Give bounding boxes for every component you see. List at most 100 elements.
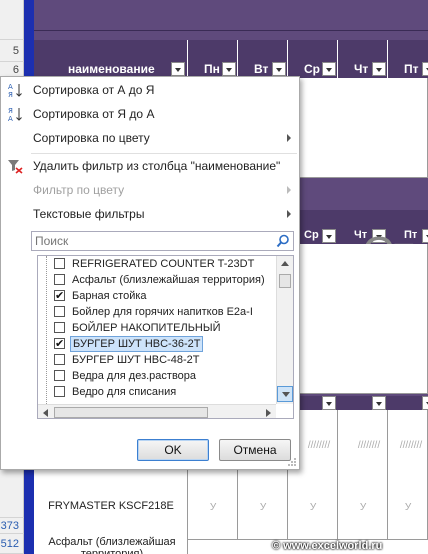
svg-text:Я: Я	[8, 91, 13, 98]
filter-list-item-label: БОЙЛЕР НАКОПИТЕЛЬНЫЙ	[72, 322, 221, 334]
grid-cell[interactable]	[388, 410, 428, 540]
item-checkbox[interactable]	[54, 322, 65, 333]
column-header-wed-2-label: Ср	[304, 229, 319, 241]
vertical-scrollbar[interactable]	[276, 256, 293, 404]
search-input[interactable]	[32, 232, 262, 250]
hatch-mark: ////////	[399, 440, 423, 451]
filter-by-color-item[interactable]: Фильтр по цвету	[1, 179, 299, 201]
u-mark: У	[259, 502, 267, 513]
tree-lines	[46, 256, 47, 404]
text-filters-label: Текстовые фильтры	[33, 207, 145, 221]
resize-grip-icon[interactable]	[287, 457, 297, 467]
text-filters-item[interactable]: Текстовые фильтры	[1, 203, 299, 225]
filter-dropdown-button[interactable]	[222, 62, 236, 76]
u-mark: У	[404, 502, 412, 513]
scroll-left-button[interactable]	[38, 405, 54, 418]
item-checkbox[interactable]	[54, 274, 65, 285]
filter-dropdown-button[interactable]	[372, 62, 386, 76]
filter-dropdown-button[interactable]	[422, 229, 428, 243]
grid-cell[interactable]	[300, 244, 428, 394]
row-number: 512	[0, 538, 19, 550]
hatch-mark: ////////	[307, 440, 331, 451]
column-header-thu: Чт	[354, 62, 369, 76]
sort-by-color-item[interactable]: Сортировка по цвету	[1, 127, 299, 149]
menu-separator	[31, 153, 297, 154]
filter-dropdown-button-active[interactable]	[171, 62, 185, 76]
grid-cell[interactable]	[300, 78, 428, 178]
row-number: 6	[12, 64, 19, 76]
row-header-5[interactable]: 5	[0, 40, 24, 62]
horizontal-scrollbar[interactable]	[38, 404, 276, 418]
cancel-button[interactable]: Отмена	[219, 439, 291, 461]
filter-dropdown-button[interactable]	[422, 396, 428, 410]
item-checkbox[interactable]	[54, 354, 65, 365]
grid-cell[interactable]	[338, 410, 388, 540]
filter-list-item-label: БУРГЕР ШУТ HBC-36-2T	[70, 336, 204, 352]
header-band-3	[300, 396, 428, 410]
column-header-tue: Вт	[254, 62, 269, 76]
scroll-thumb[interactable]	[279, 274, 291, 288]
purple-band	[300, 210, 428, 226]
column-header-name: наименование	[68, 62, 155, 76]
filter-dropdown-button[interactable]	[372, 396, 386, 410]
cell-text: FRYMASTER KSCF218E	[48, 500, 174, 512]
ok-button[interactable]: OK	[137, 439, 209, 461]
filter-list-item-label: Бойлер для горячих напитков E2a-I	[72, 306, 253, 318]
filter-list-item-label: Ведра для дез.раствора	[72, 370, 197, 382]
u-mark: У	[309, 502, 317, 513]
item-checkbox[interactable]	[54, 306, 65, 317]
filter-list-item-label: Ведро для списания	[72, 386, 177, 398]
scroll-thumb[interactable]	[54, 407, 208, 418]
search-box[interactable]	[31, 231, 294, 251]
svg-text:А: А	[8, 83, 13, 91]
search-icon	[276, 234, 289, 248]
filter-list-item-label: Асфальт (близлежайшая территория)	[72, 274, 265, 286]
sort-a-to-z-item[interactable]: А Я Сортировка от А до Я	[1, 79, 299, 101]
filter-list-item-label: БУРГЕР ШУТ HBC-48-2T	[72, 354, 200, 366]
row-number: 373	[0, 520, 19, 532]
filter-by-color-label: Фильтр по цвету	[33, 183, 125, 197]
row-header-blank[interactable]	[0, 470, 24, 518]
sort-by-color-label: Сортировка по цвету	[33, 131, 150, 145]
watermark: © www.excelworld.ru	[272, 540, 383, 552]
item-checkbox[interactable]	[54, 288, 65, 304]
filter-list-item-label: REFRIGERATED COUNTER T-23DT	[72, 258, 255, 270]
row-number: 5	[12, 45, 19, 57]
item-checkbox[interactable]	[54, 386, 65, 397]
u-mark: У	[209, 502, 217, 513]
submenu-arrow-icon	[287, 134, 291, 142]
title-band	[34, 0, 428, 40]
scroll-up-button[interactable]	[277, 256, 293, 272]
filter-dropdown-button[interactable]	[322, 62, 336, 76]
svg-text:Я: Я	[8, 107, 13, 115]
filter-values-list[interactable]: REFRIGERATED COUNTER T-23DT Асфальт (близ…	[37, 255, 294, 419]
filter-list-item-label: Барная стойка	[72, 290, 147, 302]
item-checkbox[interactable]	[54, 336, 65, 352]
clear-filter-icon	[8, 160, 23, 174]
filter-dropdown-button[interactable]	[272, 62, 286, 76]
sort-a-to-z-label: Сортировка от А до Я	[33, 83, 155, 97]
clear-filter-item[interactable]: Удалить фильтр из столбца "наименование"	[1, 155, 299, 177]
u-mark: У	[359, 502, 367, 513]
row-header-512[interactable]: 512	[0, 534, 24, 554]
sort-ascending-icon: А Я	[8, 83, 22, 98]
row-header-373[interactable]: 373	[0, 518, 24, 534]
sort-z-to-a-label: Сортировка от Я до А	[33, 107, 155, 121]
autofilter-menu: А Я Сортировка от А до Я Я А Сортировка …	[0, 76, 300, 470]
item-checkbox[interactable]	[54, 258, 65, 269]
row-header[interactable]	[0, 0, 24, 40]
cell-text: Асфальт (близлежайшая территория)	[48, 536, 176, 554]
column-header-wed: Ср	[304, 62, 320, 76]
filter-dropdown-button[interactable]	[322, 396, 336, 410]
submenu-arrow-icon	[287, 210, 291, 218]
sort-descending-icon: Я А	[8, 107, 22, 122]
filter-dropdown-button[interactable]	[322, 229, 336, 243]
scroll-right-button[interactable]	[260, 405, 276, 418]
column-header-fri: Пт	[404, 62, 419, 76]
sort-z-to-a-item[interactable]: Я А Сортировка от Я до А	[1, 103, 299, 125]
scroll-down-button[interactable]	[277, 386, 293, 402]
filter-dropdown-button[interactable]	[422, 62, 428, 76]
submenu-arrow-icon	[287, 186, 291, 194]
svg-text:А: А	[8, 115, 13, 122]
item-checkbox[interactable]	[54, 370, 65, 381]
